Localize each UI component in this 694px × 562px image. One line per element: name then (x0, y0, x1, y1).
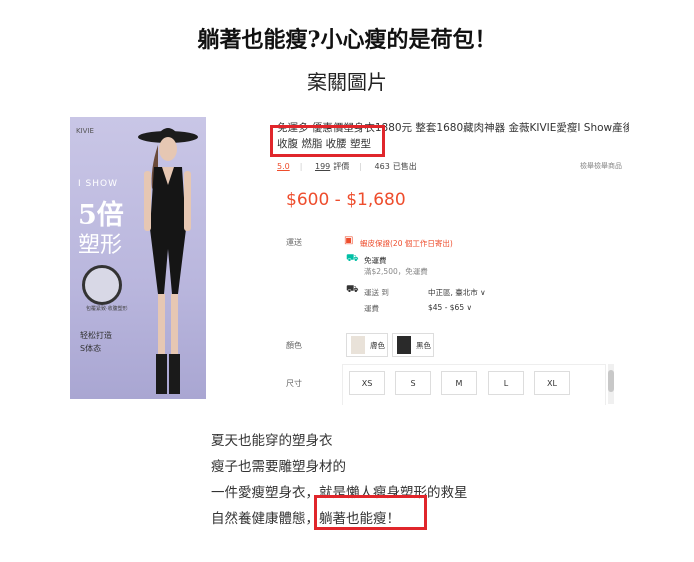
rating-value[interactable]: 5.0 (277, 162, 290, 171)
image-slogan2: S体态 (80, 344, 102, 353)
report-link[interactable]: 檢舉檢舉商品 (580, 161, 622, 171)
image-line3: 塑形 (78, 233, 123, 258)
fee-dropdown[interactable]: $45 - $65 ∨ (428, 303, 472, 312)
size-label: 尺寸 (286, 379, 302, 388)
truck-icon: ⛟ (346, 284, 359, 295)
color-name: 黑色 (416, 340, 431, 350)
sold-count: 463 (374, 162, 390, 171)
ship-to-value: 中正區, 臺北市 (428, 288, 478, 297)
image-slogan1: 轻松打造 (80, 331, 112, 340)
sold-label: 已售出 (392, 162, 417, 171)
reviews-label: 評價 (333, 162, 350, 171)
caption-line4-a: 自然養健康體態， (211, 511, 319, 527)
caption-line2: 瘦子也需要雕塑身材的 (211, 459, 346, 475)
scrollbar-thumb[interactable] (608, 370, 614, 392)
fee-value: $45 - $65 (428, 303, 465, 312)
reviews-count[interactable]: 199 (315, 162, 330, 171)
fabric-magnifier-icon (82, 265, 122, 305)
shipping-label: 運送 (286, 238, 302, 247)
brand-logo: KIVIE (76, 127, 94, 135)
ship-to-dropdown[interactable]: 中正區, 臺北市 ∨ (428, 287, 486, 298)
product-image: KIVIE I SHOW 5倍 塑形 包覆紧致·收腹塑形 轻松打造 S体态 (70, 117, 206, 399)
scrollbar[interactable] (608, 364, 614, 404)
shopee-guarantee-icon: ▣ (344, 235, 354, 246)
size-option-xl[interactable]: XL (534, 371, 570, 395)
free-shipping: 免運費 (364, 256, 387, 265)
highlight-box-name (270, 125, 385, 157)
ship-to-label: 運送 到 (364, 288, 389, 297)
swatch-thumb (351, 336, 365, 354)
free-shipping-note: 滿$2,500，免運費 (364, 267, 428, 276)
image-caption-small: 包覆紧致·收腹塑形 (86, 306, 128, 312)
image-line1: I SHOW (78, 179, 118, 189)
product-stats: 5.0 | 199 評價 | 463 已售出 (277, 162, 417, 171)
color-option-black[interactable]: 黑色 (392, 333, 434, 357)
size-option-m[interactable]: M (441, 371, 477, 395)
page-title: 躺著也能瘦?小心瘦的是荷包！ (197, 27, 497, 53)
fee-label: 運費 (364, 304, 379, 313)
model-figure (138, 128, 198, 394)
shipping-guarantee: 蝦皮保證(20 個工作日寄出) (360, 239, 453, 248)
free-shipping-truck-icon: ⛟ (346, 253, 359, 264)
caption-line1: 夏天也能穿的塑身衣 (211, 433, 333, 449)
highlight-box-caption (314, 495, 427, 530)
page-subtitle: 案關圖片 (307, 70, 387, 94)
size-option-xs[interactable]: XS (349, 371, 385, 395)
chevron-down-icon: ∨ (466, 303, 473, 312)
color-option-skin[interactable]: 膚色 (346, 333, 388, 357)
size-option-s[interactable]: S (395, 371, 431, 395)
color-name: 膚色 (370, 340, 385, 350)
price: $600 - $1,680 (286, 190, 406, 210)
chevron-down-icon: ∨ (480, 288, 486, 297)
color-label: 顏色 (286, 341, 302, 350)
size-option-l[interactable]: L (488, 371, 524, 395)
swatch-thumb (397, 336, 411, 354)
